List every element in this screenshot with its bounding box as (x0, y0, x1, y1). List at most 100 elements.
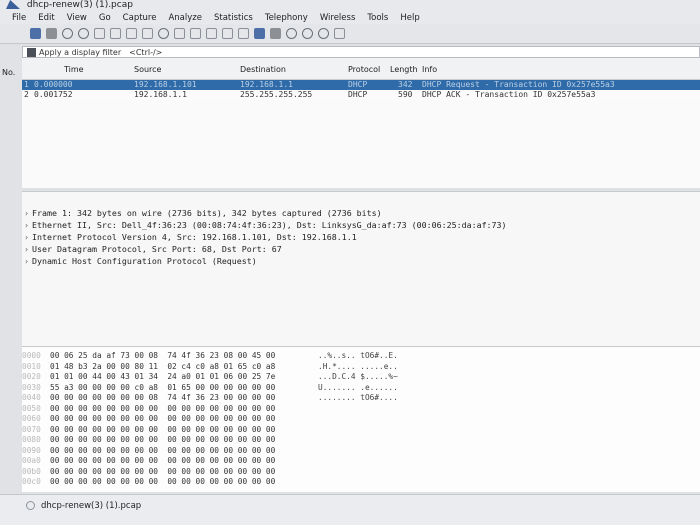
column-header-protocol[interactable]: Protocol (348, 65, 380, 74)
packet-destination: 192.168.1.1 (240, 80, 293, 89)
bytes-row[interactable]: 0090 00 00 00 00 00 00 00 00 00 00 00 00 … (22, 446, 700, 457)
capture-options-icon[interactable] (78, 28, 89, 39)
normal-size-icon[interactable] (318, 28, 329, 39)
bytes-ascii: ...D.C.4 $.....%~ (318, 372, 398, 381)
bytes-offset: 0010 (22, 361, 41, 371)
stop-capture-icon[interactable] (46, 28, 57, 39)
menu-analyze[interactable]: Analyze (168, 13, 202, 23)
bytes-row[interactable]: 00b0 00 00 00 00 00 00 00 00 00 00 00 00 … (22, 467, 700, 478)
detail-row-udp[interactable]: › User Datagram Protocol, Src Port: 68, D… (22, 243, 700, 255)
packet-no: 1 (24, 80, 29, 89)
menu-edit[interactable]: Edit (38, 13, 54, 23)
bytes-ascii (318, 435, 418, 446)
open-file-icon[interactable] (94, 28, 105, 39)
column-header-info[interactable]: Info (422, 65, 437, 74)
expand-arrow-icon[interactable]: › (24, 207, 32, 219)
bytes-row[interactable]: 0060 00 00 00 00 00 00 00 00 00 00 00 00 … (22, 414, 700, 425)
bytes-hex: 01 01 00 44 00 43 01 34 24 a0 01 01 06 0… (50, 372, 276, 381)
menu-capture[interactable]: Capture (123, 13, 157, 23)
zoom-in-icon[interactable] (286, 28, 297, 39)
bytes-hex: 00 00 00 00 00 00 00 00 00 00 00 00 00 0… (50, 403, 276, 413)
expand-arrow-icon[interactable]: › (24, 231, 32, 243)
bookmark-icon[interactable] (27, 47, 36, 57)
bytes-offset: 0090 (22, 445, 41, 455)
menu-tools[interactable]: Tools (367, 13, 388, 23)
expand-arrow-icon[interactable]: › (24, 219, 32, 231)
detail-row-frame[interactable]: › Frame 1: 342 bytes on wire (2736 bits),… (22, 207, 700, 219)
column-header-no[interactable]: No. (2, 68, 15, 77)
bytes-ascii: U....... .e...... (318, 382, 398, 392)
expand-arrow-icon[interactable]: › (24, 243, 32, 255)
find-packet-icon[interactable] (158, 28, 169, 39)
bytes-row[interactable]: 0040 00 00 00 00 00 00 00 08 74 4f 36 23 … (22, 393, 700, 404)
detail-row-dhcp[interactable]: › Dynamic Host Configuration Protocol (Re… (22, 255, 700, 267)
bytes-row[interactable]: 0050 00 00 00 00 00 00 00 00 00 00 00 00 … (22, 404, 700, 415)
start-capture-icon[interactable] (30, 28, 41, 39)
column-header-time[interactable]: Time (64, 65, 84, 74)
close-file-icon[interactable] (126, 28, 137, 39)
bytes-row[interactable]: 0010 01 48 b3 2a 00 00 80 11 02 c4 c0 a8 … (22, 362, 700, 373)
bytes-offset: 00c0 (22, 477, 41, 486)
packet-length: 342 (398, 80, 413, 89)
autoscroll-icon[interactable] (254, 28, 265, 39)
bytes-row[interactable]: 00c0 00 00 00 00 00 00 00 00 00 00 00 00 … (22, 477, 700, 488)
packet-row[interactable]: 2 0.001752 192.168.1.1 255.255.255.255 D… (22, 90, 700, 100)
menu-telephony[interactable]: Telephony (265, 13, 308, 23)
filter-shortcut-hint: <Ctrl-/> (129, 47, 163, 57)
bytes-offset: 0000 (22, 351, 41, 360)
menu-view[interactable]: View (67, 13, 87, 23)
menu-statistics[interactable]: Statistics (214, 13, 253, 23)
bytes-row[interactable]: 0070 00 00 00 00 00 00 00 00 00 00 00 00 … (22, 425, 700, 436)
packet-list: Time Source Destination Protocol Length … (22, 58, 700, 188)
bytes-row[interactable]: 0020 01 01 00 44 00 43 01 34 24 a0 01 01 … (22, 372, 700, 383)
title-bar: dhcp-renew(3) (1).pcap (0, 0, 700, 11)
bytes-ascii: .H.*.... .....e.. (318, 361, 398, 371)
column-header-source[interactable]: Source (134, 65, 161, 74)
status-bar: dhcp-renew(3) (1).pcap (0, 494, 700, 525)
detail-row-ipv4[interactable]: › Internet Protocol Version 4, Src: 192.1… (22, 231, 700, 243)
bytes-ascii: ..%..s.. tO6#..E. (318, 351, 398, 360)
bytes-hex: 00 00 00 00 00 00 00 00 00 00 00 00 00 0… (50, 424, 276, 434)
bytes-row[interactable]: 00a0 00 00 00 00 00 00 00 00 00 00 00 00 … (22, 456, 700, 467)
menu-wireless[interactable]: Wireless (320, 13, 356, 23)
capture-status-icon[interactable] (26, 501, 35, 510)
reload-icon[interactable] (142, 28, 153, 39)
resize-columns-icon[interactable] (334, 28, 345, 39)
save-file-icon[interactable] (110, 28, 121, 39)
detail-row-ethernet[interactable]: › Ethernet II, Src: Dell_4f:36:23 (00:08:… (22, 219, 700, 231)
bytes-offset: 00b0 (22, 466, 41, 476)
bytes-row[interactable]: 0030 55 a3 00 00 00 00 c0 a8 01 65 00 00 … (22, 383, 700, 394)
zoom-out-icon[interactable] (302, 28, 313, 39)
last-packet-icon[interactable] (238, 28, 249, 39)
go-back-icon[interactable] (174, 28, 185, 39)
bytes-hex: 00 00 00 00 00 00 00 00 00 00 00 00 00 0… (50, 445, 276, 455)
packet-time: 0.001752 (34, 90, 73, 99)
column-header-length[interactable]: Length (390, 65, 418, 74)
bytes-offset: 00a0 (22, 456, 41, 465)
first-packet-icon[interactable] (222, 28, 233, 39)
bytes-hex: 00 00 00 00 00 00 00 00 00 00 00 00 00 0… (50, 435, 276, 444)
go-forward-icon[interactable] (190, 28, 201, 39)
bytes-row[interactable]: 0000 00 06 25 da af 73 00 08 74 4f 36 23 … (22, 351, 700, 362)
menu-go[interactable]: Go (99, 13, 111, 23)
menu-help[interactable]: Help (400, 13, 419, 23)
bytes-offset: 0020 (22, 372, 41, 381)
display-filter-bar[interactable]: Apply a display filter <Ctrl-/> (22, 46, 700, 58)
expand-arrow-icon[interactable]: › (24, 255, 32, 267)
packet-row[interactable]: 1 0.000000 192.168.1.101 192.168.1.1 DHC… (22, 80, 700, 90)
bytes-ascii (318, 446, 418, 457)
go-to-packet-icon[interactable] (206, 28, 217, 39)
bytes-row[interactable]: 0080 00 00 00 00 00 00 00 00 00 00 00 00 … (22, 435, 700, 446)
colorize-icon[interactable] (270, 28, 281, 39)
bytes-ascii (318, 467, 418, 478)
column-header-destination[interactable]: Destination (240, 65, 286, 74)
menu-file[interactable]: File (12, 13, 26, 23)
bytes-hex: 00 00 00 00 00 00 00 00 00 00 00 00 00 0… (50, 477, 276, 486)
packet-destination: 255.255.255.255 (240, 90, 313, 99)
bytes-hex: 00 06 25 da af 73 00 08 74 4f 36 23 08 0… (50, 351, 276, 360)
packet-time: 0.000000 (34, 80, 73, 89)
restart-capture-icon[interactable] (62, 28, 73, 39)
bytes-offset: 0040 (22, 393, 41, 402)
packet-no: 2 (24, 90, 29, 99)
display-filter-input[interactable]: Apply a display filter (39, 48, 121, 57)
